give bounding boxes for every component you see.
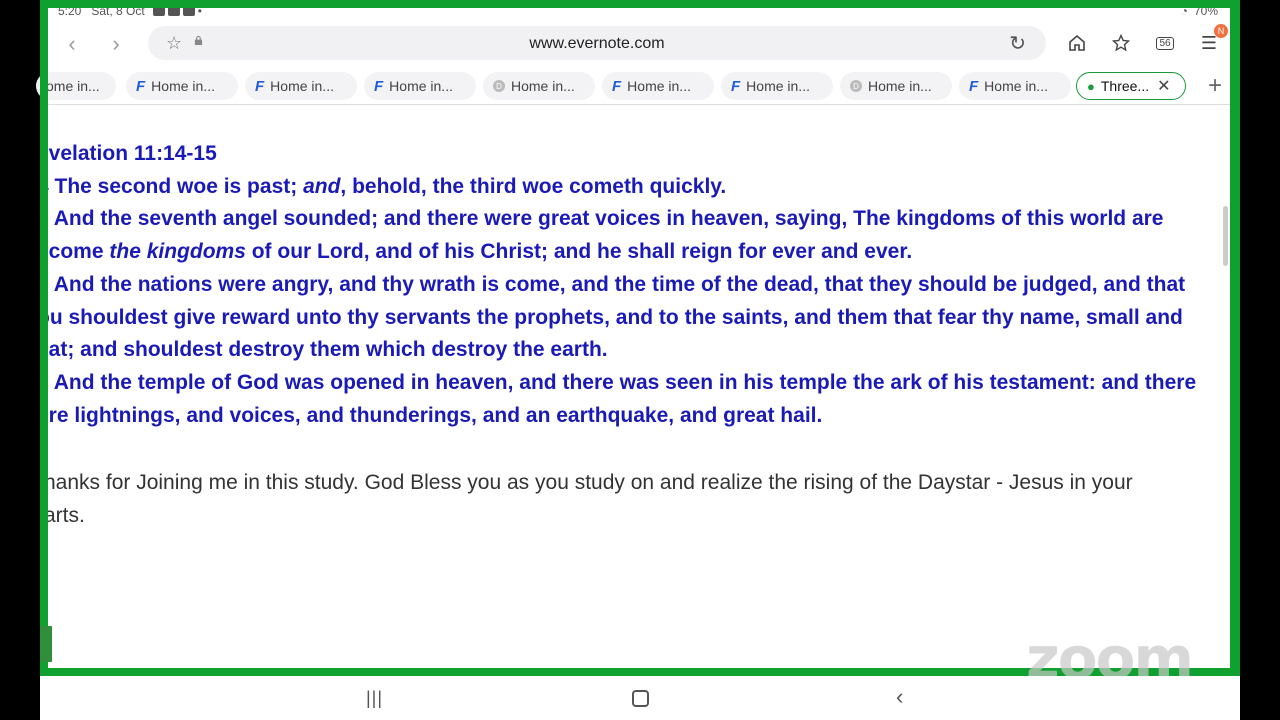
home-nav-icon[interactable]	[632, 690, 649, 707]
tab-label: Three...	[1100, 78, 1150, 94]
close-tab-icon[interactable]: ✕	[1157, 76, 1170, 96]
feedly-icon: F	[255, 77, 265, 95]
home-icon	[1069, 34, 1085, 51]
tab-strip: ome in... F Home in... F Home in... F Ho…	[36, 70, 1230, 102]
tab-1[interactable]: F Home in...	[126, 72, 238, 100]
tab-5[interactable]: F Home in...	[602, 72, 714, 100]
share-frame-left	[40, 0, 48, 676]
verse-line: ecome the kingdoms of our Lord, and of h…	[48, 240, 913, 264]
reload-icon[interactable]: ↻	[1009, 31, 1026, 56]
tab-label: Home in...	[746, 78, 810, 94]
d-icon: D	[493, 80, 505, 92]
tab-3[interactable]: F Home in...	[364, 72, 476, 100]
tab-label: Home in...	[270, 78, 334, 94]
url-text: www.evernote.com	[529, 35, 665, 52]
side-panel-handle[interactable]	[40, 626, 52, 662]
hamburger-menu-icon: ☰	[1200, 32, 1218, 53]
bookmarks-star-icon	[1112, 34, 1130, 52]
forward-button[interactable]: ›	[96, 26, 136, 62]
scripture-block: evelation 11:14-15 4 The second woe is p…	[48, 138, 1227, 432]
menu-button[interactable]: ☰ N	[1194, 24, 1228, 58]
verse-line: ere lightnings, and voices, and thunderi…	[48, 403, 823, 427]
menu-badge: N	[1214, 24, 1228, 38]
scripture-heading: evelation 11:14-15	[48, 142, 217, 165]
note-content: evelation 11:14-15 4 The second woe is p…	[48, 110, 1230, 666]
tab-label: Home in...	[511, 78, 575, 94]
feedly-icon: F	[731, 77, 741, 95]
feedly-icon: F	[969, 77, 979, 95]
tab-label: Home in...	[151, 78, 215, 94]
verse-line: 9 And the temple of God was opened in he…	[48, 370, 1197, 394]
tab-label: ome in...	[46, 78, 100, 94]
share-frame-top	[40, 0, 1240, 8]
closing-line: arts.	[48, 504, 85, 527]
verse-line: 5 And the seventh angel sounded; and the…	[48, 207, 1164, 231]
back-button[interactable]: ‹	[52, 26, 92, 62]
verse-line: 4 The second woe is past; and, behold, t…	[48, 174, 727, 198]
tab-4[interactable]: D Home in...	[483, 72, 595, 100]
home-button[interactable]	[1062, 28, 1092, 58]
toolbar-actions: 56 ☰ N	[1062, 24, 1228, 58]
tab-2[interactable]: F Home in...	[245, 72, 357, 100]
closing-paragraph: hanks for Joining me in this study. God …	[48, 466, 1230, 532]
scrollbar-thumb[interactable]	[1223, 206, 1228, 266]
recent-apps-icon[interactable]: |||	[366, 688, 383, 709]
back-nav-icon[interactable]: ‹	[896, 684, 903, 710]
bookmarks-button[interactable]	[1106, 28, 1136, 58]
tab-label: Home in...	[984, 78, 1048, 94]
verse-line: ou shouldest give reward unto thy servan…	[48, 305, 1183, 329]
share-frame-right	[1230, 0, 1240, 676]
new-tab-button[interactable]: +	[1208, 72, 1222, 100]
tab-label: Home in...	[627, 78, 691, 94]
left-letterbox	[0, 0, 40, 720]
feedly-icon: F	[374, 77, 384, 95]
tabs-button[interactable]: 56	[1150, 28, 1180, 58]
feedly-icon: F	[136, 77, 146, 95]
tab-8[interactable]: F Home in...	[959, 72, 1071, 100]
android-nav-bar: ||| ‹	[40, 676, 1240, 720]
verse-line: eat; and shouldest destroy them which de…	[48, 338, 608, 362]
feedly-icon: F	[612, 77, 622, 95]
tab-7[interactable]: D Home in...	[840, 72, 952, 100]
address-bar[interactable]: ☆ www.evernote.com ↻	[148, 26, 1046, 60]
right-letterbox	[1240, 0, 1280, 720]
d-icon: D	[850, 80, 862, 92]
tab-0[interactable]: ome in...	[36, 72, 116, 100]
tabs-count: 56	[1156, 36, 1174, 50]
verse-line: 7 And the nations were angry, and thy wr…	[48, 272, 1186, 296]
closing-line: hanks for Joining me in this study. God …	[48, 471, 1133, 494]
browser-toolbar: ‹ › ☆ www.evernote.com ↻ 56 ☰ N	[48, 24, 1230, 64]
tab-active[interactable]: ● Three... ✕	[1076, 72, 1186, 100]
toolbar-divider	[48, 104, 1230, 105]
evernote-icon: ●	[1087, 78, 1095, 94]
tab-label: Home in...	[389, 78, 453, 94]
tab-6[interactable]: F Home in...	[721, 72, 833, 100]
tab-label: Home in...	[868, 78, 932, 94]
